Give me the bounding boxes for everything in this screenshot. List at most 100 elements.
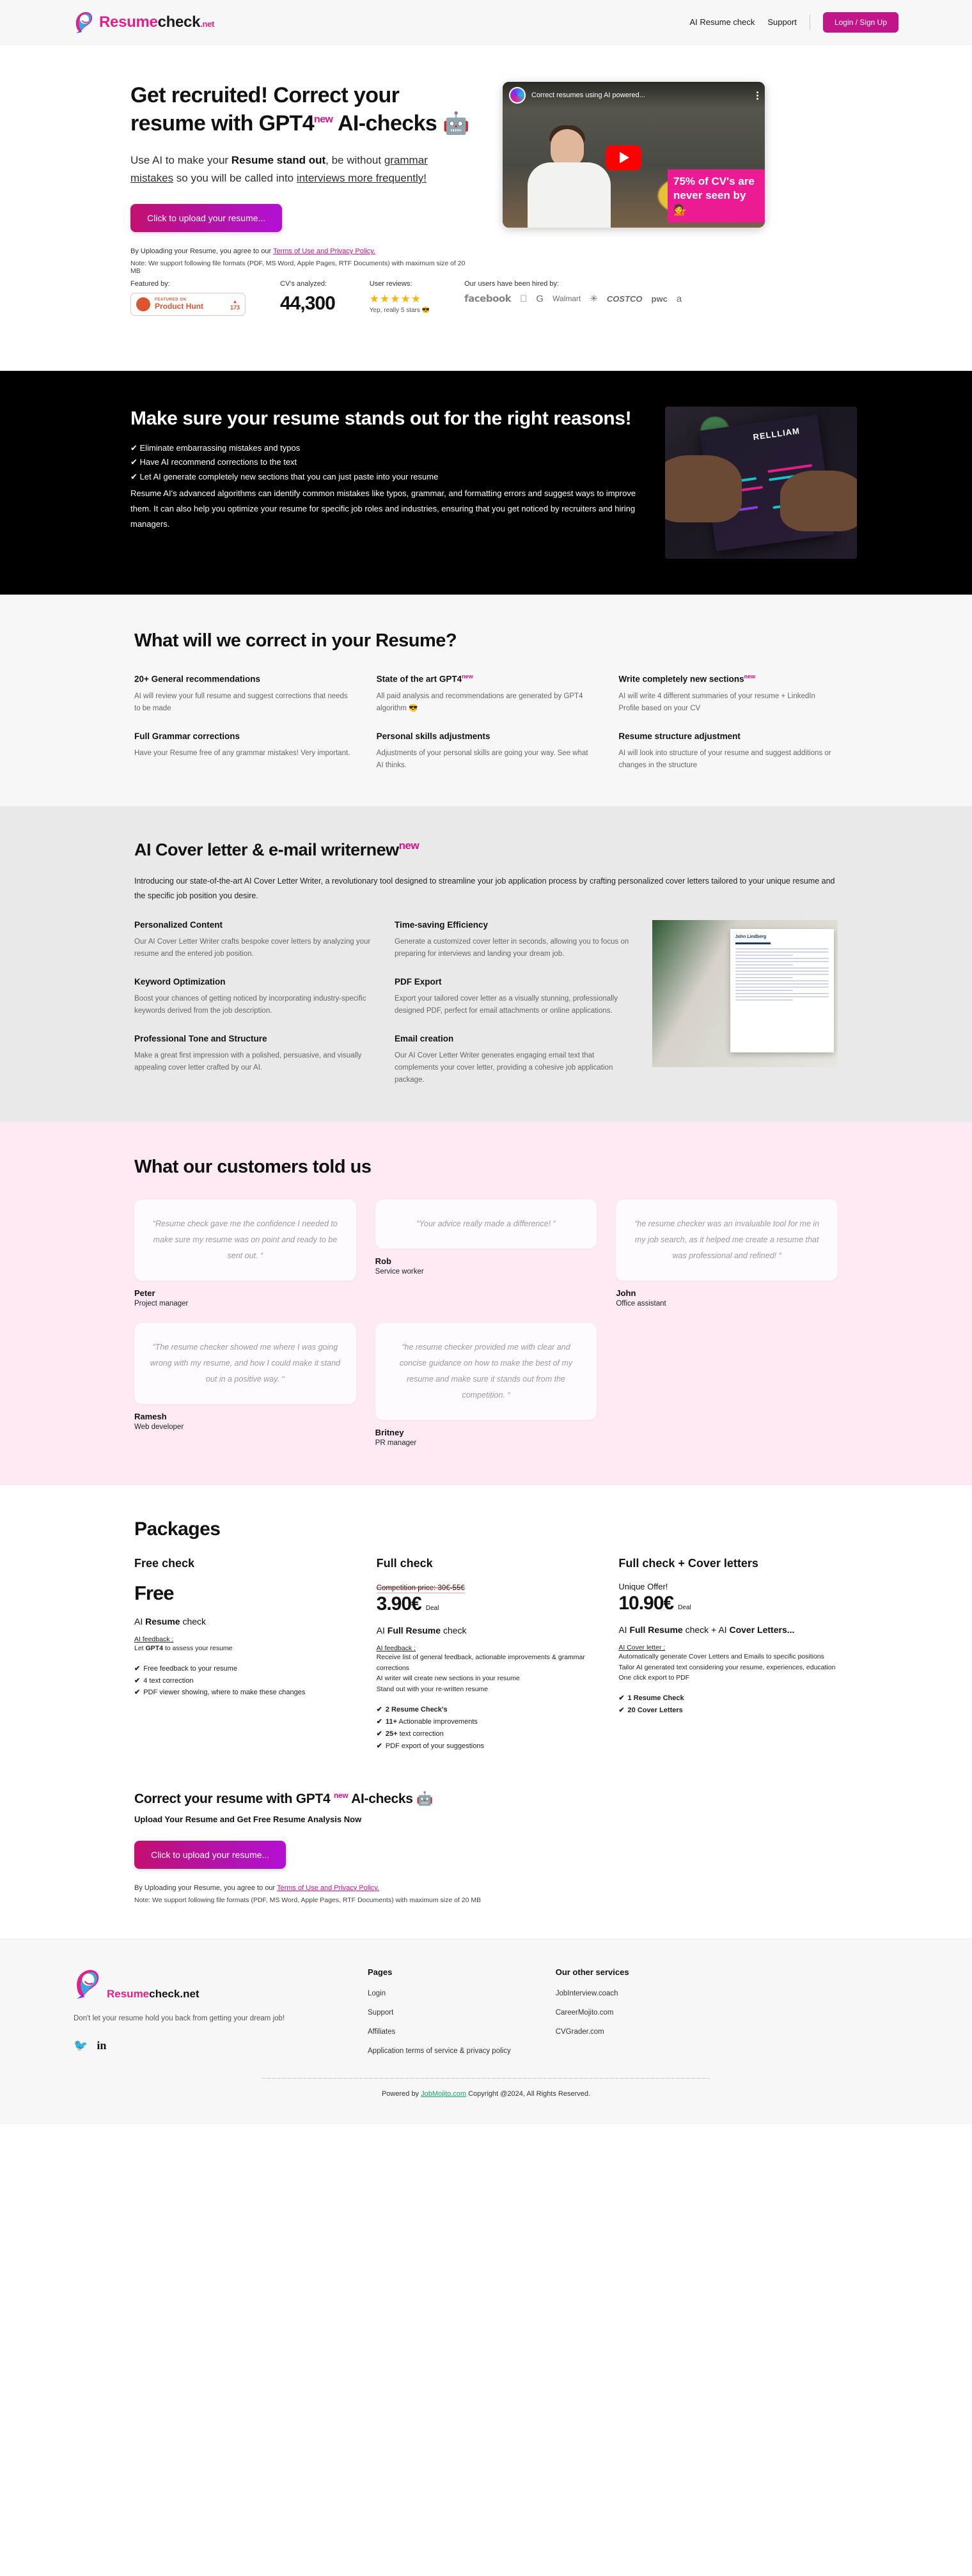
new-badge: new <box>333 1790 349 1800</box>
cover-letter-name: John Lindberg <box>735 934 767 939</box>
youtube-play-icon[interactable] <box>605 145 641 171</box>
footer-link-terms[interactable]: Application terms of service & privacy p… <box>368 2047 511 2055</box>
check-icon: ✔ <box>134 1676 141 1685</box>
hero-subtitle: Use AI to make your Resume stand out, be… <box>130 152 473 187</box>
footer-link-login[interactable]: Login <box>368 1990 511 1997</box>
cover-feature-title: Keyword Optimization <box>134 976 226 987</box>
video-title: Correct resumes using AI powered... <box>531 91 645 99</box>
testimonial-name: Rob <box>375 1256 391 1266</box>
package-check-item: ✔ 20 Cover Letters <box>618 1705 838 1717</box>
package-feedback-label: AI feedback : <box>134 1635 174 1643</box>
cover-intro-paragraph: Introducing our state-of-the-art AI Cove… <box>134 876 835 900</box>
new-badge: new <box>462 673 473 680</box>
linkedin-icon[interactable]: in <box>97 2039 106 2052</box>
hero-video-player[interactable]: Correct resumes using AI powered... 75% … <box>503 82 765 228</box>
package-card-combo: Full check + Cover letters Unique Offer!… <box>618 1557 838 1717</box>
cover-feature-card: Time-saving Efficiency Generate a customi… <box>395 920 633 960</box>
final-terms-of-use-link[interactable]: Terms of Use and Privacy Policy. <box>277 1884 379 1892</box>
twitter-icon[interactable]: 🐦 <box>74 2039 88 2052</box>
package-feedback-line: Tailor AI generated text considering you… <box>618 1663 836 1671</box>
testimonial-quote: “he resume checker was an invaluable too… <box>634 1219 820 1260</box>
check-icon: ✔ <box>618 1706 625 1715</box>
testimonial-item: “The resume checker showed me where I wa… <box>134 1322 356 1447</box>
package-check-item: ✔ Free feedback to your resume <box>134 1663 354 1675</box>
upload-resume-button[interactable]: Click to upload your resume... <box>130 204 283 233</box>
correct-section-title: What will we correct in your Resume? <box>134 630 457 652</box>
footer-brand[interactable]: Resumecheck.net <box>74 1967 323 2001</box>
package-check-item: ✔ PDF viewer showing, where to make these… <box>134 1687 354 1699</box>
footer-services-column: Our other services JobInterview.coach Ca… <box>556 1967 629 2066</box>
hero-section: Get recruited! Correct your resume with … <box>0 45 972 371</box>
more-options-icon[interactable] <box>756 90 758 101</box>
feature-card: Personal skills adjustments Adjustments … <box>377 731 596 772</box>
footer-link-affiliates[interactable]: Affiliates <box>368 2028 511 2036</box>
terms-of-use-link[interactable]: Terms of Use and Privacy Policy. <box>273 247 375 255</box>
terms-prefix: By Uploading your Resume, you agree to o… <box>134 1884 277 1892</box>
hero-title-tail: AI-checks 🤖 <box>333 111 469 136</box>
footer-link-jobinterview[interactable]: JobInterview.coach <box>556 1990 629 1997</box>
testimonial-quote: “Resume check gave me the confidence I n… <box>152 1219 338 1260</box>
package-name: Full check <box>376 1556 433 1570</box>
testimonial-card: “he resume checker was an invaluable too… <box>616 1199 838 1281</box>
package-unique-offer: Unique Offer! <box>618 1581 668 1591</box>
final-cta-title-main: Correct your resume with GPT4 <box>134 1791 331 1806</box>
footer-services-heading: Our other services <box>555 1967 629 1977</box>
hero-sub-c: so you will be called into <box>173 172 297 185</box>
brand-logo[interactable]: Resumecheck.net <box>74 10 214 35</box>
powered-by-prefix: Powered by <box>381 2089 421 2098</box>
check-icon: ✔ <box>618 1694 625 1703</box>
cover-feature-body: Export your tailored cover letter as a v… <box>395 994 618 1015</box>
final-cta-section: Correct your resume with GPT4 new AI-che… <box>0 1774 972 1939</box>
nav-support[interactable]: Support <box>767 17 797 27</box>
footer-link-support[interactable]: Support <box>368 2009 511 2017</box>
final-upload-resume-button[interactable]: Click to upload your resume... <box>134 1840 286 1869</box>
packages-title: Packages <box>134 1518 221 1540</box>
video-caption-overlay: 75% of CV's are never seen by 💁 <box>668 169 765 222</box>
brand-part2: check <box>157 13 201 31</box>
cover-feature-card: Email creation Our AI Cover Letter Writer… <box>395 1034 633 1086</box>
site-header: Resumecheck.net AI Resume check Support … <box>0 0 972 45</box>
cover-feature-title: Email creation <box>395 1033 454 1043</box>
testimonial-name: Ramesh <box>134 1411 167 1421</box>
band-bullet-2: ✔ Have AI recommend corrections to the t… <box>130 457 297 467</box>
footer-link-careermojito[interactable]: CareerMojito.com <box>556 2009 629 2017</box>
feature-card: Resume structure adjustment AI will look… <box>618 731 838 772</box>
cover-feature-card: Professional Tone and Structure Make a gr… <box>134 1034 373 1086</box>
footer-pages-heading: Pages <box>368 1967 393 1977</box>
new-badge: new <box>744 673 756 680</box>
band-paragraph: Resume AI's advanced algorithms can iden… <box>130 488 636 529</box>
hired-by-block: Our users have been hired by: facebook … <box>464 280 682 304</box>
cover-feature-body: Our AI Cover Letter Writer generates eng… <box>395 1051 613 1084</box>
testimonial-item: “Resume check gave me the confidence I n… <box>134 1199 356 1308</box>
final-file-format-note: Note: We support following file formats … <box>134 1896 482 1904</box>
new-badge: new <box>398 839 419 852</box>
amazon-logo: a <box>677 293 682 304</box>
product-hunt-badge[interactable]: FEATURED ON Product Hunt ▲ 173 <box>130 293 246 316</box>
hero-file-format-note: Note: We support following file formats … <box>130 260 466 276</box>
band-bullet-1: ✔ Eliminate embarrassing mistakes and ty… <box>130 442 301 453</box>
nav-ai-resume-check[interactable]: AI Resume check <box>690 17 755 27</box>
testimonial-card: “The resume checker showed me where I wa… <box>134 1322 356 1404</box>
package-feedback-label: AI Cover letter : <box>618 1643 666 1651</box>
check-icon: ✔ <box>376 1742 382 1750</box>
feature-body: Adjustments of your personal skills are … <box>376 749 588 769</box>
walmart-logo: Walmart <box>545 294 581 304</box>
terms-prefix: By Uploading your Resume, you agree to o… <box>130 247 273 256</box>
footer-link-cvgrader[interactable]: CVGrader.com <box>556 2028 629 2036</box>
hero-terms-line: By Uploading your Resume, you agree to o… <box>130 247 473 255</box>
feature-title: Resume structure adjustment <box>618 731 741 741</box>
package-check-item: ✔ 11+ Actionable improvements <box>377 1716 596 1728</box>
cover-feature-body: Our AI Cover Letter Writer crafts bespok… <box>134 937 371 958</box>
cv-analyzed-count: 44,300 <box>280 293 336 315</box>
channel-avatar-icon <box>509 87 526 104</box>
feature-card: State of the art GPT4new All paid analys… <box>377 673 596 714</box>
package-feedback-line: One click export to PDF <box>618 1674 690 1682</box>
login-signup-button[interactable]: Login / Sign Up <box>822 12 898 33</box>
footer-copyright-bar: Powered by JobMojito.com Copyright @2024… <box>262 2077 710 2099</box>
package-feedback-line: AI writer will create new sections in yo… <box>376 1674 520 1683</box>
hired-by-label: Our users have been hired by: <box>464 280 560 288</box>
correct-features-grid: 20+ General recommendations AI will revi… <box>134 673 838 771</box>
testimonial-quote: “The resume checker showed me where I wa… <box>150 1342 340 1384</box>
hero-sub-b: , be without <box>325 154 384 167</box>
jobmojito-link[interactable]: JobMojito.com <box>421 2090 466 2098</box>
